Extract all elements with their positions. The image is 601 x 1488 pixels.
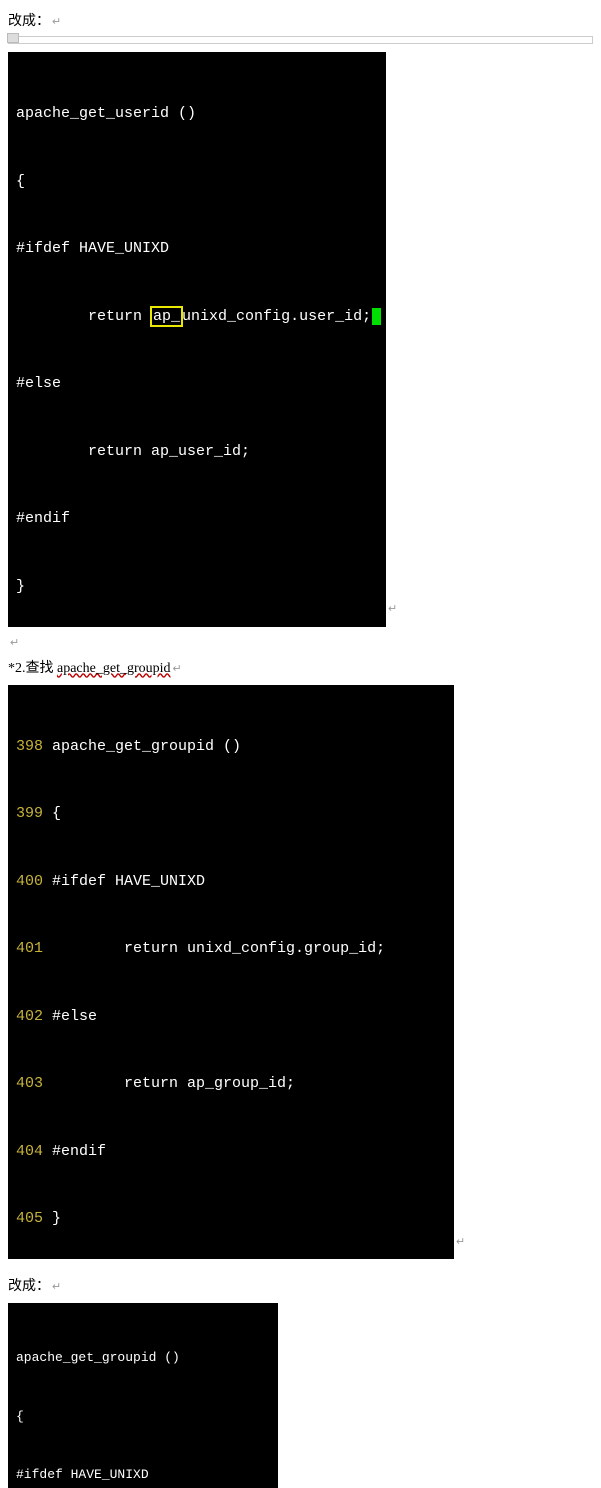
code-line: { bbox=[16, 171, 378, 194]
code-block-3: apache_get_groupid () { #ifdef HAVE_UNIX… bbox=[8, 1303, 278, 1488]
line-number: 400 bbox=[16, 871, 43, 894]
line-number: 399 bbox=[16, 803, 43, 826]
cursor bbox=[372, 308, 381, 325]
code-line: return ap_user_id; bbox=[16, 441, 378, 464]
line-number: 402 bbox=[16, 1006, 43, 1029]
code-line: 403 return ap_group_id; bbox=[16, 1073, 446, 1096]
code-block-1: apache_get_userid () { #ifdef HAVE_UNIXD… bbox=[8, 52, 386, 627]
line-number: 398 bbox=[16, 736, 43, 759]
code-line: #endif bbox=[16, 508, 378, 531]
heading-change-to-1: 改成： bbox=[8, 10, 593, 30]
heading-change-to-2: 改成： bbox=[8, 1275, 593, 1295]
code-line: 405 } bbox=[16, 1208, 446, 1231]
function-name: apache_get_groupid bbox=[57, 661, 171, 676]
line-break-mark bbox=[386, 601, 397, 616]
ruler bbox=[8, 36, 593, 44]
line-number: 405 bbox=[16, 1208, 43, 1231]
heading-find-groupid: *2.查找 apache_get_groupid bbox=[8, 657, 593, 677]
code-line: { bbox=[16, 1407, 270, 1427]
line-number: 401 bbox=[16, 938, 43, 961]
code-line: return ap_unixd_config.user_id; bbox=[16, 306, 378, 329]
line-number: 403 bbox=[16, 1073, 43, 1096]
code-line: #ifdef HAVE_UNIXD bbox=[16, 238, 378, 261]
code-line: apache_get_groupid () bbox=[16, 1348, 270, 1368]
code-line: 401 return unixd_config.group_id; bbox=[16, 938, 446, 961]
code-line: } bbox=[16, 576, 378, 599]
code-line: 398 apache_get_groupid () bbox=[16, 736, 446, 759]
line-break-mark bbox=[454, 1234, 465, 1249]
code-line: #else bbox=[16, 373, 378, 396]
code-line: 400 #ifdef HAVE_UNIXD bbox=[16, 871, 446, 894]
code-line: 399 { bbox=[16, 803, 446, 826]
code-line: #ifdef HAVE_UNIXD bbox=[16, 1465, 270, 1485]
code-line: apache_get_userid () bbox=[16, 103, 378, 126]
code-line: 404 #endif bbox=[16, 1141, 446, 1164]
code-line: 402 #else bbox=[16, 1006, 446, 1029]
blank-line bbox=[8, 635, 593, 651]
code-block-2: 398 apache_get_groupid () 399 { 400 #ifd… bbox=[8, 685, 454, 1260]
line-number: 404 bbox=[16, 1141, 43, 1164]
highlight-ap: ap_ bbox=[150, 306, 183, 327]
